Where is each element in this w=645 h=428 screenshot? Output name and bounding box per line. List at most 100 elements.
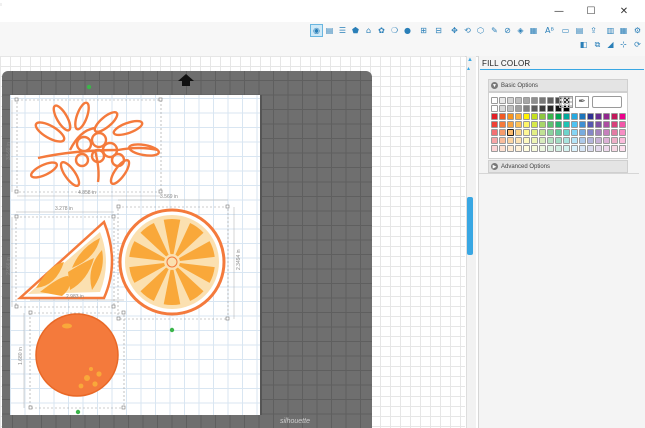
fill-panel-icon[interactable]: ◧ [578, 39, 589, 50]
color-swatch[interactable] [555, 145, 562, 152]
transform-icon[interactable]: ⊟ [433, 25, 444, 36]
close-button[interactable]: ✕ [615, 2, 633, 20]
color-swatch[interactable] [547, 137, 554, 144]
store-icon[interactable]: ▥ [605, 25, 616, 36]
color-swatch[interactable] [547, 97, 554, 104]
color-swatch[interactable] [611, 121, 618, 128]
color-swatch[interactable] [507, 97, 514, 104]
color-swatch[interactable] [611, 129, 618, 136]
color-swatch[interactable] [507, 145, 514, 152]
color-swatch[interactable] [587, 145, 594, 152]
scroll-up-icon[interactable]: ▲ [467, 57, 474, 64]
color-swatch[interactable] [499, 137, 506, 144]
grid-icon[interactable]: ▦ [618, 25, 629, 36]
color-wheel-icon[interactable]: ● [402, 25, 413, 36]
vertical-scroll-thumb[interactable] [467, 197, 473, 255]
color-swatch[interactable] [499, 145, 506, 152]
minimize-button[interactable]: — [550, 2, 568, 20]
collapse-triangle-icon[interactable]: ▼ [491, 82, 498, 89]
color-swatch[interactable] [491, 137, 498, 144]
color-swatch[interactable] [595, 121, 602, 128]
line-color-icon[interactable]: ▤ [324, 25, 335, 36]
image-effects-icon[interactable]: ❍ [389, 25, 400, 36]
library-icon[interactable]: ▤ [574, 25, 585, 36]
color-swatch[interactable] [515, 105, 522, 112]
modify-icon[interactable]: ▦ [528, 25, 539, 36]
color-swatch[interactable] [491, 121, 498, 128]
text-style-icon[interactable]: Aᴮ [543, 25, 556, 36]
color-swatch[interactable] [539, 121, 546, 128]
rotate-icon[interactable]: ⟳ [632, 39, 643, 50]
color-swatch[interactable] [571, 113, 578, 120]
color-swatch[interactable] [491, 97, 498, 104]
color-swatch[interactable] [523, 105, 530, 112]
color-swatch[interactable] [603, 113, 610, 120]
color-swatch[interactable] [595, 129, 602, 136]
color-swatch[interactable] [611, 113, 618, 120]
color-swatch[interactable] [563, 145, 570, 152]
color-swatch[interactable] [595, 113, 602, 120]
basic-options-header[interactable]: ▼ Basic Options [488, 79, 628, 92]
color-swatch[interactable] [523, 137, 530, 144]
fill-color-icon[interactable]: ◉ [310, 24, 323, 37]
color-swatch[interactable] [499, 105, 506, 112]
trace-icon[interactable]: ◈ [515, 25, 526, 36]
color-swatch[interactable] [539, 105, 546, 112]
color-swatch[interactable] [499, 121, 506, 128]
color-swatch[interactable] [547, 105, 554, 112]
color-swatch[interactable] [499, 113, 506, 120]
color-swatch[interactable] [587, 137, 594, 144]
color-swatch[interactable] [555, 113, 562, 120]
eraser-icon[interactable]: ⊘ [502, 25, 513, 36]
color-swatch[interactable] [515, 137, 522, 144]
advanced-options-header[interactable]: ▶ Advanced Options [488, 160, 628, 173]
color-swatch[interactable] [531, 129, 538, 136]
align-icon[interactable]: ⊞ [418, 25, 429, 36]
color-swatch[interactable] [571, 129, 578, 136]
color-swatch[interactable] [523, 113, 530, 120]
color-swatch[interactable] [507, 137, 514, 144]
color-swatch[interactable] [555, 121, 562, 128]
color-swatch[interactable] [595, 137, 602, 144]
color-swatch[interactable] [507, 105, 514, 112]
color-swatch[interactable] [523, 121, 530, 128]
panel-toggle-icon[interactable]: ⧉ [592, 39, 603, 50]
color-swatch[interactable] [523, 145, 530, 152]
color-swatch[interactable] [507, 113, 514, 120]
color-swatch[interactable] [619, 129, 626, 136]
page-setup-icon[interactable]: ▭ [560, 25, 571, 36]
scroll-up2-icon[interactable]: ▴ [467, 65, 474, 72]
color-swatch[interactable] [539, 129, 546, 136]
color-swatch[interactable] [515, 121, 522, 128]
color-swatch[interactable] [531, 97, 538, 104]
color-swatch[interactable] [531, 145, 538, 152]
color-swatch[interactable] [555, 129, 562, 136]
color-swatch[interactable] [619, 145, 626, 152]
expand-triangle-icon[interactable]: ▶ [491, 163, 498, 170]
color-swatch[interactable] [507, 121, 514, 128]
color-swatch[interactable] [507, 129, 514, 136]
color-swatch[interactable] [579, 113, 586, 120]
artwork-layer[interactable]: 4.858 in 3.278 in 3.569 in 3.569 in 2.96… [0, 56, 465, 428]
color-swatch[interactable] [563, 113, 570, 120]
color-swatch[interactable] [563, 121, 570, 128]
color-swatch[interactable] [595, 145, 602, 152]
color-swatch[interactable] [499, 97, 506, 104]
color-swatch[interactable] [491, 113, 498, 120]
color-swatch[interactable] [619, 137, 626, 144]
color-swatch[interactable] [603, 121, 610, 128]
color-swatch[interactable] [515, 97, 522, 104]
color-swatch[interactable] [491, 145, 498, 152]
color-swatch[interactable] [587, 113, 594, 120]
color-swatch[interactable] [603, 145, 610, 152]
color-swatch[interactable] [523, 97, 530, 104]
settings-gear-icon[interactable]: ⚙ [632, 25, 643, 36]
color-swatch[interactable] [571, 145, 578, 152]
fill-pattern-icon[interactable]: ⬟ [350, 25, 361, 36]
color-swatch[interactable] [587, 129, 594, 136]
color-swatch[interactable] [571, 121, 578, 128]
color-swatch[interactable] [515, 113, 522, 120]
color-swatch[interactable] [515, 145, 522, 152]
color-swatch[interactable] [491, 129, 498, 136]
color-swatch[interactable] [555, 137, 562, 144]
